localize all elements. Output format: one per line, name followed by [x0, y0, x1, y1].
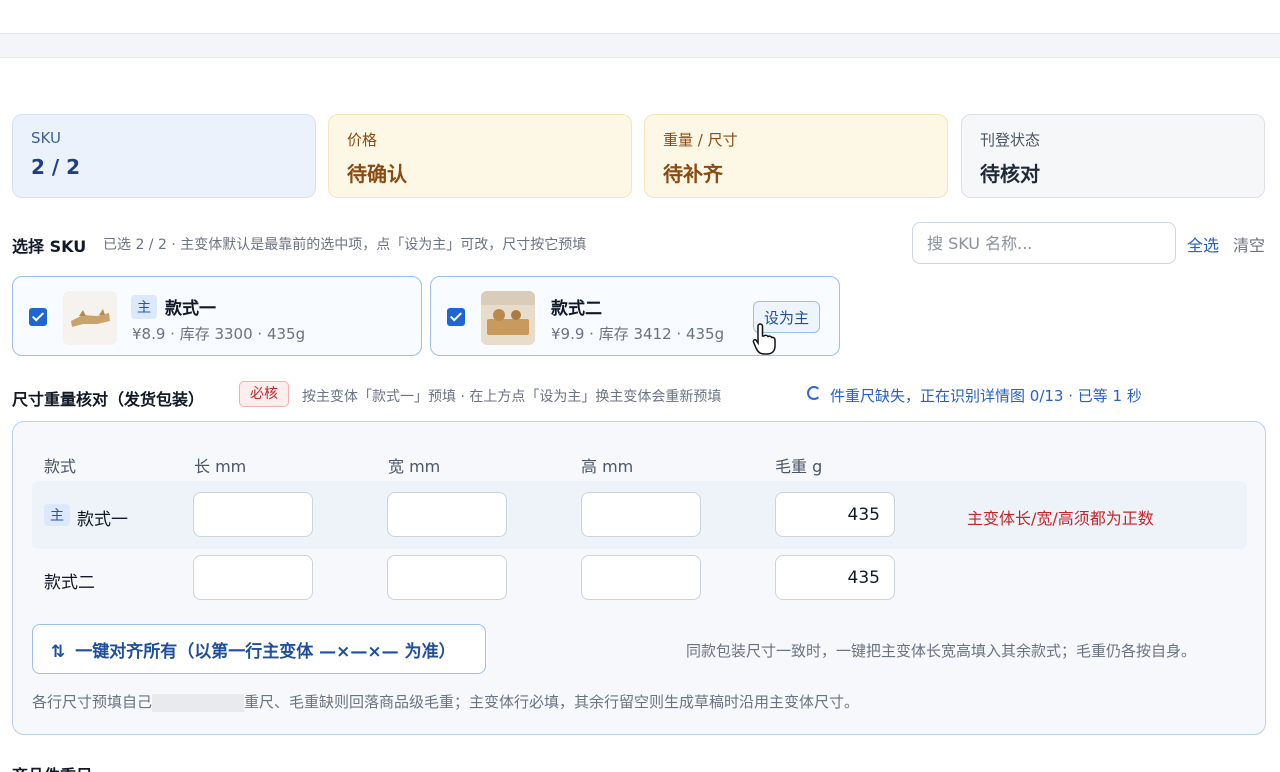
stat-label: 重量 / 尺寸 [663, 131, 738, 149]
stat-value: 待确认 [347, 162, 407, 186]
size-footnote: 各行尺寸预填自己 重尺、毛重缺则回落商品级毛重；主变体行必填，其余行留空则生成草稿… [32, 691, 859, 712]
select-all-link[interactable]: 全选 [1187, 232, 1219, 256]
sku-card-name: 款式一 [165, 299, 216, 319]
footnote-left: 各行尺寸预填自己 [32, 693, 153, 711]
sku-section-title: 选择 SKU [12, 237, 87, 256]
sku-card-2[interactable]: 款式二 ¥9.9 · 库存 3412 · 435g 设为主 [430, 276, 840, 356]
column-header-height: 高 mm [581, 457, 634, 476]
sku-checkbox[interactable] [447, 308, 465, 326]
height-input[interactable] [581, 555, 701, 600]
size-section-title: 尺寸重量核对（发货包装） [12, 390, 205, 409]
recognition-status: 件重尺缺失，正在识别详情图 0/13 · 已等 1 秒 [830, 387, 1142, 405]
stat-value: 2 / 2 [31, 155, 81, 179]
stat-card-weight-size: 重量 / 尺寸 待补齐 [644, 114, 948, 198]
column-header-variant: 款式 [44, 457, 77, 476]
weight-input[interactable] [775, 555, 895, 600]
height-input[interactable] [581, 492, 701, 537]
sku-thumbnail [63, 291, 117, 345]
stat-label: SKU [31, 129, 61, 147]
stat-value: 待补齐 [663, 162, 723, 186]
width-input[interactable] [387, 492, 507, 537]
length-input[interactable] [193, 492, 313, 537]
stat-label: 刊登状态 [980, 131, 1041, 149]
sku-card-meta: ¥8.9 · 库存 3300 · 435g [132, 325, 306, 343]
align-hint: 同款包装尺寸一致时，一键把主变体长宽高填入其余款式；毛重仍各按自身。 [686, 642, 1197, 660]
sku-search-input[interactable] [912, 222, 1176, 264]
row-variant-name: 款式一 [77, 510, 128, 530]
must-check-badge: 必核 [239, 381, 289, 407]
width-input[interactable] [387, 555, 507, 600]
length-input[interactable] [193, 555, 313, 600]
stat-value: 待核对 [980, 162, 1040, 186]
sku-card-1[interactable]: 主 款式一 ¥8.9 · 库存 3300 · 435g [12, 276, 422, 356]
sku-card-meta: ¥9.9 · 库存 3412 · 435g [551, 325, 725, 343]
next-section-title: 商品件重尺 [12, 762, 92, 772]
sku-section-hint: 已选 2 / 2 · 主变体默认是最靠前的选中项，点「设为主」可改，尺寸按它预填 [103, 237, 587, 253]
weight-input[interactable] [775, 492, 895, 537]
redacted-text [152, 693, 245, 712]
main-variant-badge: 主 [44, 504, 70, 526]
main-variant-badge: 主 [131, 295, 157, 319]
validation-error: 主变体长/宽/高须都为正数 [967, 509, 1154, 528]
align-all-button[interactable]: ⇅ 一键对齐所有（以第一行主变体 —×—×— 为准） [32, 624, 486, 674]
hand-cursor-icon [752, 323, 776, 355]
column-header-width: 宽 mm [388, 457, 441, 476]
column-header-length: 长 mm [194, 457, 247, 476]
size-section-hint: 按主变体「款式一」预填 · 在上方点「设为主」换主变体会重新预填 [302, 389, 722, 405]
loading-spinner-icon [807, 386, 821, 400]
sku-thumbnail [481, 291, 535, 345]
sku-checkbox[interactable] [29, 308, 47, 326]
align-all-label: 一键对齐所有（以第一行主变体 —×—×— 为准） [75, 641, 456, 662]
top-bar [0, 0, 1280, 34]
footnote-right: 重尺、毛重缺则回落商品级毛重；主变体行必填，其余行留空则生成草稿时沿用主变体尺寸… [244, 693, 860, 711]
top-strip [0, 34, 1280, 58]
stat-card-price: 价格 待确认 [328, 114, 632, 198]
row-variant-name: 款式二 [44, 573, 95, 593]
clear-link[interactable]: 清空 [1233, 232, 1265, 256]
stat-card-listing-status: 刊登状态 待核对 [961, 114, 1265, 198]
stat-label: 价格 [347, 131, 378, 149]
sku-card-name: 款式二 [551, 299, 602, 319]
column-header-weight: 毛重 g [775, 457, 823, 476]
stat-card-sku: SKU 2 / 2 [12, 114, 316, 198]
sort-arrows-icon: ⇅ [51, 641, 66, 662]
